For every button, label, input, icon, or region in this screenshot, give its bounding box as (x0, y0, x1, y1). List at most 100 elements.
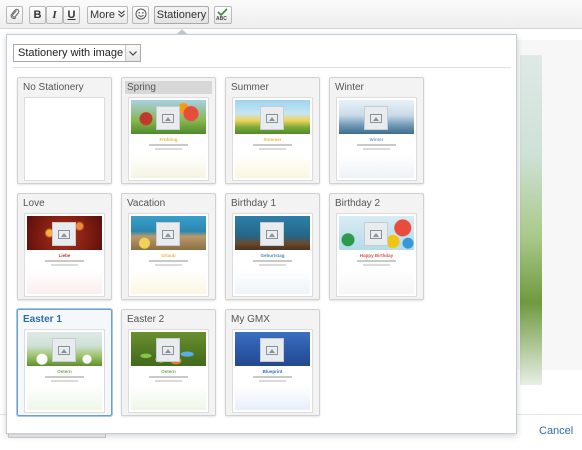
thumbnail-text-line (45, 376, 84, 378)
stationery-item-label: My GMX (231, 314, 270, 325)
thumbnail-text-line (155, 148, 182, 150)
spellcheck-button[interactable]: ABC (214, 6, 232, 24)
more-button[interactable]: More (87, 6, 128, 24)
thumbnail-text-line (363, 148, 390, 150)
stationery-button[interactable]: Stationery (154, 6, 209, 24)
popup-divider (13, 67, 511, 68)
thumbnail-title: Ostern (161, 369, 176, 374)
image-placeholder-icon (156, 338, 180, 362)
paperclip-icon (10, 8, 20, 23)
more-button-label: More (89, 9, 116, 21)
stationery-thumbnail-blank (24, 97, 105, 181)
stationery-item-label: Birthday 2 (335, 198, 381, 209)
emoji-button[interactable] (132, 6, 149, 24)
stationery-item-winter[interactable]: Winter Winter (329, 77, 424, 184)
thumbnail-title: Blueprint (262, 369, 283, 374)
stationery-item-love[interactable]: Love Liebe (17, 193, 112, 300)
image-placeholder-icon (260, 338, 284, 362)
stationery-item-easter-1[interactable]: Easter 1 Ostern (17, 309, 112, 416)
stationery-item-label: Summer (231, 82, 269, 93)
image-placeholder-icon (260, 106, 284, 130)
smiley-icon (135, 8, 147, 23)
thumbnail-title: Happy Birthday (359, 253, 394, 258)
thumbnail-footer (235, 154, 310, 178)
thumbnail-footer (131, 386, 206, 410)
thumbnail-text-line (155, 380, 182, 382)
thumbnail-text-line (155, 264, 182, 266)
thumbnail-title: Geburtstag (260, 253, 285, 258)
thumbnail-text-line (149, 260, 188, 262)
stationery-item-vacation[interactable]: Vacation Urlaub (121, 193, 216, 300)
stationery-thumbnail: Ostern (24, 329, 105, 413)
stationery-item-easter-2[interactable]: Easter 2 Ostern (121, 309, 216, 416)
image-placeholder-icon (52, 222, 76, 246)
thumbnail-text-line (51, 380, 78, 382)
bold-button[interactable]: B (29, 6, 46, 24)
thumbnail-footer (235, 270, 310, 294)
stationery-popup: Stationery with image No Stationery Spri… (6, 34, 517, 434)
image-placeholder-icon (156, 106, 180, 130)
image-placeholder-icon (52, 338, 76, 362)
thumbnail-title: Urlaub (161, 253, 176, 258)
stationery-thumbnail: Sommer (232, 97, 313, 181)
image-placeholder-icon (156, 222, 180, 246)
chevron-down-icon (125, 45, 140, 61)
stationery-item-spring[interactable]: Spring Frühling (121, 77, 216, 184)
thumbnail-text-line (363, 264, 390, 266)
image-placeholder-icon (364, 222, 388, 246)
thumbnail-title: Winter (369, 137, 384, 142)
stationery-item-label: No Stationery (23, 82, 84, 93)
stationery-item-my-gmx[interactable]: My GMX Blueprint (225, 309, 320, 416)
thumbnail-text-line (357, 260, 396, 262)
thumbnail-text-line (253, 144, 292, 146)
spellcheck-abc-icon: ABC (216, 8, 230, 22)
italic-button[interactable]: I (46, 6, 63, 24)
stationery-item-label: Spring (127, 82, 156, 93)
thumbnail-text-line (51, 264, 78, 266)
stationery-type-select-value: Stationery with image (18, 47, 124, 59)
thumbnail-text-line (259, 148, 286, 150)
stationery-item-summer[interactable]: Summer Sommer (225, 77, 320, 184)
stationery-thumbnail: Ostern (128, 329, 209, 413)
thumbnail-footer (131, 154, 206, 178)
thumbnail-text-line (259, 264, 286, 266)
stationery-thumbnail: Geburtstag (232, 213, 313, 297)
stationery-thumbnail: Blueprint (232, 329, 313, 413)
stationery-item-label: Easter 1 (23, 314, 62, 325)
stationery-thumbnail: Happy Birthday (336, 213, 417, 297)
thumbnail-text-line (45, 260, 84, 262)
stationery-item-birthday-1[interactable]: Birthday 1 Geburtstag (225, 193, 320, 300)
thumbnail-title: Sommer (263, 137, 282, 142)
thumbnail-title: Frühling (159, 137, 178, 142)
underline-button[interactable]: U (63, 6, 80, 24)
thumbnail-footer (27, 270, 102, 294)
stationery-thumbnail: Winter (336, 97, 417, 181)
thumbnail-footer (27, 386, 102, 410)
stationery-item-birthday-2[interactable]: Birthday 2 Happy Birthday (329, 193, 424, 300)
spellcheck-abc-label: ABC (216, 16, 227, 22)
stationery-item-label: Winter (335, 82, 364, 93)
double-chevron-down-icon (118, 9, 125, 21)
attach-button[interactable] (6, 6, 23, 24)
stationery-item-label: Birthday 1 (231, 198, 277, 209)
thumbnail-title: Liebe (58, 253, 71, 258)
thumbnail-text-line (357, 144, 396, 146)
stationery-thumbnail: Frühling (128, 97, 209, 181)
stationery-type-select[interactable]: Stationery with image (13, 44, 141, 62)
stationery-item-label: Vacation (127, 198, 166, 209)
thumbnail-text-line (149, 376, 188, 378)
thumbnail-text-line (253, 376, 292, 378)
image-placeholder-icon (364, 106, 388, 130)
cancel-link[interactable]: Cancel (539, 425, 573, 437)
thumbnail-footer (339, 154, 414, 178)
stationery-item-label: Love (23, 198, 45, 209)
stationery-item-label: Easter 2 (127, 314, 165, 325)
thumbnail-footer (131, 270, 206, 294)
thumbnail-title: Ostern (57, 369, 72, 374)
thumbnail-footer (339, 270, 414, 294)
thumbnail-footer (235, 386, 310, 410)
stationery-item-no-stationery[interactable]: No Stationery (17, 77, 112, 184)
thumbnail-text-line (253, 260, 292, 262)
thumbnail-text-line (259, 380, 286, 382)
image-placeholder-icon (260, 222, 284, 246)
